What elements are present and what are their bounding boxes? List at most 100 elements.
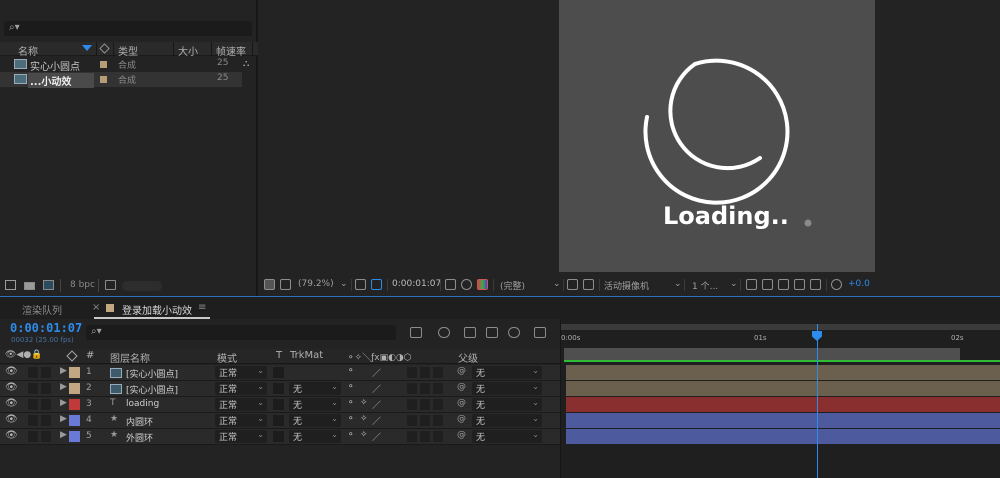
column-framerate[interactable]: 帧速率 (216, 43, 246, 58)
motion-blur-icon[interactable] (508, 327, 520, 338)
parent-dropdown[interactable]: 无 ⌄ (472, 430, 542, 443)
resolution-dropdown[interactable]: (完整) (500, 279, 525, 292)
comp-mini-flowchart-icon[interactable] (410, 327, 422, 338)
effects-switch[interactable] (407, 383, 417, 394)
shy-switch-icon[interactable]: ⚬ (347, 430, 355, 440)
project-search-input[interactable]: ⌕▾ (4, 21, 252, 36)
lock-toggle[interactable] (41, 415, 51, 426)
layer-row[interactable]: 👁 ▶ 5 ★ 外圆环 正常 ⌄ 无 ⌄ ⚬ ✧ ／ @ 无 ⌄ (0, 429, 560, 445)
frame-blend-switch[interactable] (420, 431, 430, 442)
always-preview-icon[interactable] (264, 279, 275, 290)
trkmat-dropdown[interactable]: 无 ⌄ (289, 382, 341, 395)
effects-switch[interactable] (407, 367, 417, 378)
layer-row[interactable]: 👁 ▶ 2 [实心小圆点] 正常 ⌄ 无 ⌄ ⚬ ／ @ 无 ⌄ (0, 381, 560, 397)
frame-blending-icon[interactable] (486, 327, 498, 338)
shy-switch-icon[interactable]: ⚬ (347, 398, 355, 408)
lock-toggle[interactable] (41, 399, 51, 410)
layer-row[interactable]: 👁 ▶ 1 [实心小圆点] 正常 ⌄ ⚬ ／ @ 无 ⌄ (0, 365, 560, 381)
motion-blur-switch[interactable] (433, 383, 443, 394)
preserve-transparency-toggle[interactable] (273, 431, 284, 442)
tab-render-queue[interactable]: 渲染队列 (22, 302, 62, 317)
layer-name[interactable]: loading (126, 399, 159, 409)
label-color-swatch[interactable] (69, 367, 80, 378)
preserve-transparency-toggle[interactable] (273, 383, 284, 394)
parent-dropdown[interactable]: 无 ⌄ (472, 398, 542, 411)
layer-name[interactable]: 外圆环 (126, 431, 153, 444)
region-of-interest-icon[interactable] (567, 279, 578, 290)
frame-blend-switch[interactable] (420, 399, 430, 410)
timeline-toggle-icon[interactable] (778, 279, 789, 290)
viewer-timecode[interactable]: 0:00:01:07 (392, 279, 441, 289)
preserve-transparency-toggle[interactable] (273, 367, 284, 378)
camera-dropdown[interactable]: 活动摄像机 (604, 279, 649, 292)
exposure-icon[interactable] (831, 279, 842, 290)
transparency-grid-icon[interactable] (583, 279, 594, 290)
layer-name[interactable]: [实心小圆点] (126, 367, 178, 380)
pick-whip-icon[interactable]: @ (457, 430, 466, 440)
camera-icon[interactable] (445, 279, 456, 290)
bit-depth-button[interactable]: 8 bpc (70, 280, 95, 290)
collapse-switch-icon[interactable]: ✧ (360, 398, 368, 408)
column-t[interactable]: T (276, 350, 282, 361)
quality-switch-icon[interactable]: ／ (372, 382, 381, 395)
time-navigator[interactable] (561, 324, 1000, 330)
trkmat-dropdown[interactable]: 无 ⌄ (289, 430, 341, 443)
column-mode[interactable]: 模式 (217, 350, 237, 365)
label-tag-icon[interactable] (99, 43, 110, 54)
pick-whip-icon[interactable]: @ (457, 398, 466, 408)
layer-name[interactable]: [实心小圆点] (126, 383, 178, 396)
channel-icon[interactable] (477, 279, 488, 290)
expand-triangle-icon[interactable]: ▶ (60, 366, 67, 376)
project-scrollbar[interactable] (122, 281, 162, 291)
column-name[interactable]: 名称 (18, 43, 38, 58)
flowchart-icon[interactable]: ⛬ (243, 59, 249, 69)
expand-triangle-icon[interactable]: ▶ (60, 414, 67, 424)
collapse-switch-icon[interactable]: ✧ (360, 430, 368, 440)
shy-switch-icon[interactable]: ⚬ (347, 382, 355, 392)
composition-canvas[interactable]: Loading.. (559, 0, 875, 272)
blend-mode-dropdown[interactable]: 正常 ⌄ (215, 366, 267, 379)
pick-whip-icon[interactable]: @ (457, 414, 466, 424)
label-swatch[interactable] (100, 61, 107, 68)
blend-mode-dropdown[interactable]: 正常 ⌄ (215, 414, 267, 427)
blend-mode-dropdown[interactable]: 正常 ⌄ (215, 398, 267, 411)
column-layer-name[interactable]: 图层名称 (110, 350, 150, 365)
frame-blend-switch[interactable] (420, 383, 430, 394)
work-area-bar[interactable] (564, 348, 960, 360)
layer-duration-bar[interactable] (566, 413, 1000, 428)
solo-toggle[interactable] (28, 399, 38, 410)
effects-switch[interactable] (407, 431, 417, 442)
grid-options-icon[interactable] (746, 279, 757, 290)
pick-whip-icon[interactable]: @ (457, 382, 466, 392)
expand-triangle-icon[interactable]: ▶ (60, 430, 67, 440)
fast-preview-icon[interactable] (762, 279, 773, 290)
layer-row[interactable]: 👁 ▶ 4 ★ 内圆环 正常 ⌄ 无 ⌄ ⚬ ✧ ／ @ 无 ⌄ (0, 413, 560, 429)
quality-switch-icon[interactable]: ／ (372, 398, 381, 411)
layer-duration-bar[interactable] (566, 365, 1000, 380)
motion-blur-switch[interactable] (433, 415, 443, 426)
new-composition-icon[interactable] (43, 280, 54, 290)
layer-duration-bar[interactable] (566, 381, 1000, 396)
views-dropdown[interactable]: 1 个... (692, 279, 718, 292)
lock-toggle[interactable] (41, 383, 51, 394)
label-tag-icon[interactable] (66, 350, 78, 362)
parent-dropdown[interactable]: 无 ⌄ (472, 382, 542, 395)
effects-switch[interactable] (407, 415, 417, 426)
project-item[interactable]: 实心小圆点 合成 25 (0, 57, 242, 73)
tab-close-button[interactable]: × (92, 302, 100, 313)
layer-name[interactable]: 内圆环 (126, 415, 153, 428)
lock-toggle[interactable] (41, 431, 51, 442)
playhead-icon[interactable] (812, 331, 822, 341)
expand-triangle-icon[interactable]: ▶ (60, 382, 67, 392)
safe-margins-icon[interactable] (355, 279, 366, 290)
mask-visibility-icon[interactable] (371, 279, 382, 290)
trash-icon[interactable] (105, 280, 116, 290)
frame-blend-switch[interactable] (420, 415, 430, 426)
visibility-eye-icon[interactable]: 👁 (5, 414, 18, 425)
timeline-search-input[interactable]: ⌕▾ (86, 325, 396, 340)
label-swatch[interactable] (100, 76, 107, 83)
quality-switch-icon[interactable]: ／ (372, 366, 381, 379)
flowchart-icon[interactable] (794, 279, 805, 290)
quality-switch-icon[interactable]: ／ (372, 414, 381, 427)
show-snapshot-icon[interactable] (461, 279, 472, 290)
